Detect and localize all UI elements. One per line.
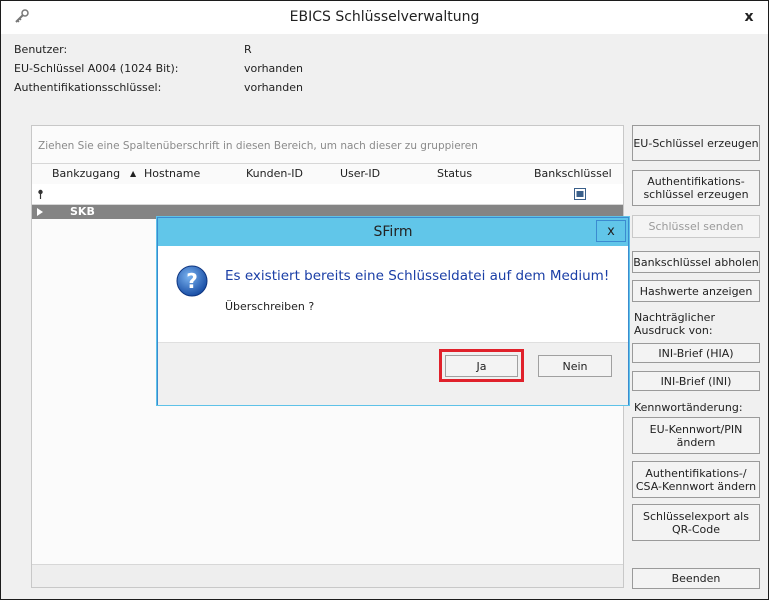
filter-checkbox-icon[interactable] — [574, 188, 586, 200]
window-title: EBICS Schlüsselverwaltung — [289, 9, 480, 25]
group-by-hint[interactable]: Ziehen Sie eine Spaltenüberschrift in di… — [38, 140, 478, 152]
no-button[interactable]: Nein — [538, 355, 612, 377]
auth-key-generate-button[interactable]: Authentifikations-schlüssel erzeugen — [632, 170, 760, 206]
send-keys-button[interactable]: Schlüssel senden — [632, 215, 760, 238]
reprint-label-line2: Ausdruck von: — [634, 324, 713, 337]
sfirm-dialog: SFirm x ? Es existiert bereits eine Schl… — [157, 217, 629, 405]
ini-letter-hia-button[interactable]: INI-Brief (HIA) — [632, 343, 760, 363]
column-header-bankzugang[interactable]: Bankzugang — [52, 167, 120, 180]
dialog-question: Überschreiben ? — [225, 300, 315, 313]
column-header-status[interactable]: Status — [437, 167, 472, 180]
info-label-user: Benutzer: — [14, 43, 68, 56]
info-value-user: R — [244, 43, 252, 56]
current-row-icon — [37, 208, 43, 216]
question-icon: ? — [176, 265, 208, 297]
key-export-qr-button[interactable]: Schlüsselexport als QR-Code — [632, 504, 760, 541]
grid-filter-row[interactable] — [32, 184, 623, 205]
grid-header: Bankzugang ▲ Hostname Kunden-ID User-ID … — [32, 163, 623, 185]
info-value-auth-key: vorhanden — [244, 81, 303, 94]
column-header-user-id[interactable]: User-ID — [340, 167, 380, 180]
fetch-bank-keys-button[interactable]: Bankschlüssel abholen — [632, 251, 760, 273]
ebics-window: EBICS Schlüsselverwaltung x Benutzer: R … — [0, 0, 769, 600]
info-label-auth-key: Authentifikationsschlüssel: — [14, 81, 162, 94]
dialog-footer: Ja Nein — [158, 342, 628, 405]
column-header-bankschluessel[interactable]: Bankschlüssel — [534, 167, 612, 180]
reprint-label-line1: Nachträglicher — [634, 311, 715, 324]
ini-letter-ini-button[interactable]: INI-Brief (INI) — [632, 371, 760, 391]
cell-bankzugang: SKB — [70, 205, 95, 218]
dialog-close-button[interactable]: x — [596, 220, 626, 242]
window-close-button[interactable]: x — [738, 7, 760, 27]
dialog-titlebar: SFirm x — [158, 218, 628, 246]
yes-button[interactable]: Ja — [445, 355, 518, 377]
dialog-message: Es existiert bereits eine Schlüsseldatei… — [225, 268, 610, 284]
column-header-hostname[interactable]: Hostname — [144, 167, 200, 180]
eu-password-change-button[interactable]: EU-Kennwort/PIN ändern — [632, 417, 760, 454]
filter-pin-icon — [38, 189, 43, 199]
dialog-title: SFirm — [373, 224, 413, 240]
auth-csa-password-change-button[interactable]: Authentifikations-/ CSA-Kennwort ändern — [632, 461, 760, 498]
show-hashes-button[interactable]: Hashwerte anzeigen — [632, 280, 760, 302]
window-titlebar: EBICS Schlüsselverwaltung x — [1, 1, 768, 34]
info-label-eu-key: EU-Schlüssel A004 (1024 Bit): — [14, 62, 179, 75]
eu-key-generate-button[interactable]: EU-Schlüssel erzeugen — [632, 125, 760, 161]
column-header-kunden-id[interactable]: Kunden-ID — [246, 167, 303, 180]
close-button[interactable]: Beenden — [632, 568, 760, 589]
sort-ascending-icon: ▲ — [130, 169, 137, 178]
dialog-body: ? Es existiert bereits eine Schlüsseldat… — [158, 246, 628, 342]
svg-text:?: ? — [186, 269, 198, 293]
info-value-eu-key: vorhanden — [244, 62, 303, 75]
password-change-label: Kennwortänderung: — [634, 401, 743, 414]
grid-footer — [32, 564, 623, 587]
